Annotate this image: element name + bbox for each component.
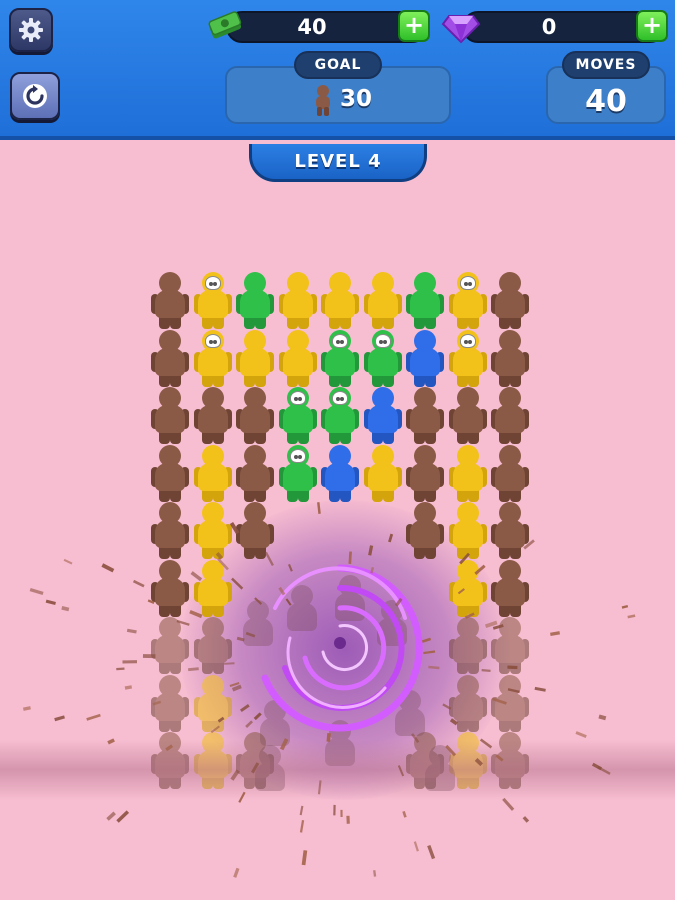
debris-particle [245,720,254,728]
debris-particle [210,725,220,734]
debris-particle [233,867,240,878]
debris-particle [215,552,224,560]
debris-particle [449,718,458,726]
debris-particle [507,688,520,694]
debris-particle [224,662,235,665]
debris-particle [217,557,229,571]
debris-particle [279,738,289,751]
debris-particle [147,599,155,604]
debris-particle [373,870,377,877]
debris-particle [445,744,457,757]
debris-particle [264,551,274,567]
debris-particle [428,665,440,670]
debris-particle [442,703,452,710]
debris-particle [397,765,405,777]
debris-particle [459,552,470,565]
debris-particle [550,631,560,636]
debris-particle [479,738,493,749]
debris-particle [61,605,70,612]
debris-particle [495,754,504,762]
debris-particle [22,706,31,711]
debris-particle [457,588,465,595]
debris-particle [427,844,436,860]
debris-particle [107,738,115,745]
debris-particles [22,502,636,878]
debris-particle [326,733,331,742]
debris-particle [423,650,436,655]
debris-particle [122,660,138,664]
debris-particle [464,612,475,619]
debris-particle [575,731,587,738]
debris-particle [251,762,260,774]
debris-particle [63,558,73,565]
debris-particle [106,811,116,821]
debris-particle [253,712,262,721]
debris-particle [348,551,352,564]
debris-particle [522,816,530,823]
debris-particle [491,697,507,705]
debris-particle [621,604,629,609]
debris-particle [132,579,145,588]
debris-particle [188,667,199,672]
debris-particle [317,502,321,514]
debris-particle [229,522,240,535]
debris-particle [245,631,256,638]
debris-particle [394,597,403,607]
debris-particle [126,628,137,634]
debris-particle [333,804,336,816]
debris-particle [189,609,203,619]
debris-particle [238,791,246,803]
debris-particle [340,809,343,818]
debris-particle [299,805,304,816]
debris-particle [474,564,486,576]
debris-particle [346,815,350,824]
debris-particle [165,744,174,752]
debris-particle [254,597,263,605]
debris-particle [217,716,225,723]
debris-particle [240,704,250,713]
debris-particle [388,533,394,543]
debris-particle [370,567,375,574]
debris-particle [230,769,240,781]
debris-particle [278,586,286,596]
debris-particle [502,797,515,811]
debris-particle [152,700,162,706]
debris-particle [299,820,305,833]
debris-particle [402,810,407,818]
debris-particle [627,614,636,619]
debris-particle [54,715,65,722]
debris-particle [101,563,115,573]
debris-particle [236,636,245,642]
debris-particle [507,665,518,670]
debris-particle [368,545,374,556]
debris-particle [481,668,491,672]
debris-particle [413,841,419,852]
debris-particle [190,571,203,582]
debris-particle [285,598,292,606]
debris-particle [124,685,133,690]
debris-particle [534,686,546,692]
debris-particle [301,850,308,866]
debris-particle [421,637,432,643]
debris-particle [116,667,125,671]
debris-particle [597,766,611,775]
debris-particle [142,654,156,659]
debris-particle [176,619,190,626]
debris-particle [86,713,101,721]
debris-particle [411,733,420,744]
debris-particle [598,714,607,721]
debris-particle [45,599,56,605]
debris-particle [231,577,244,590]
debris-particle [116,810,130,823]
debris-particle [474,758,484,767]
debris-particle [317,780,322,795]
debris-particle [29,588,44,595]
debris-particle [287,563,293,572]
debris-particle [523,539,535,550]
